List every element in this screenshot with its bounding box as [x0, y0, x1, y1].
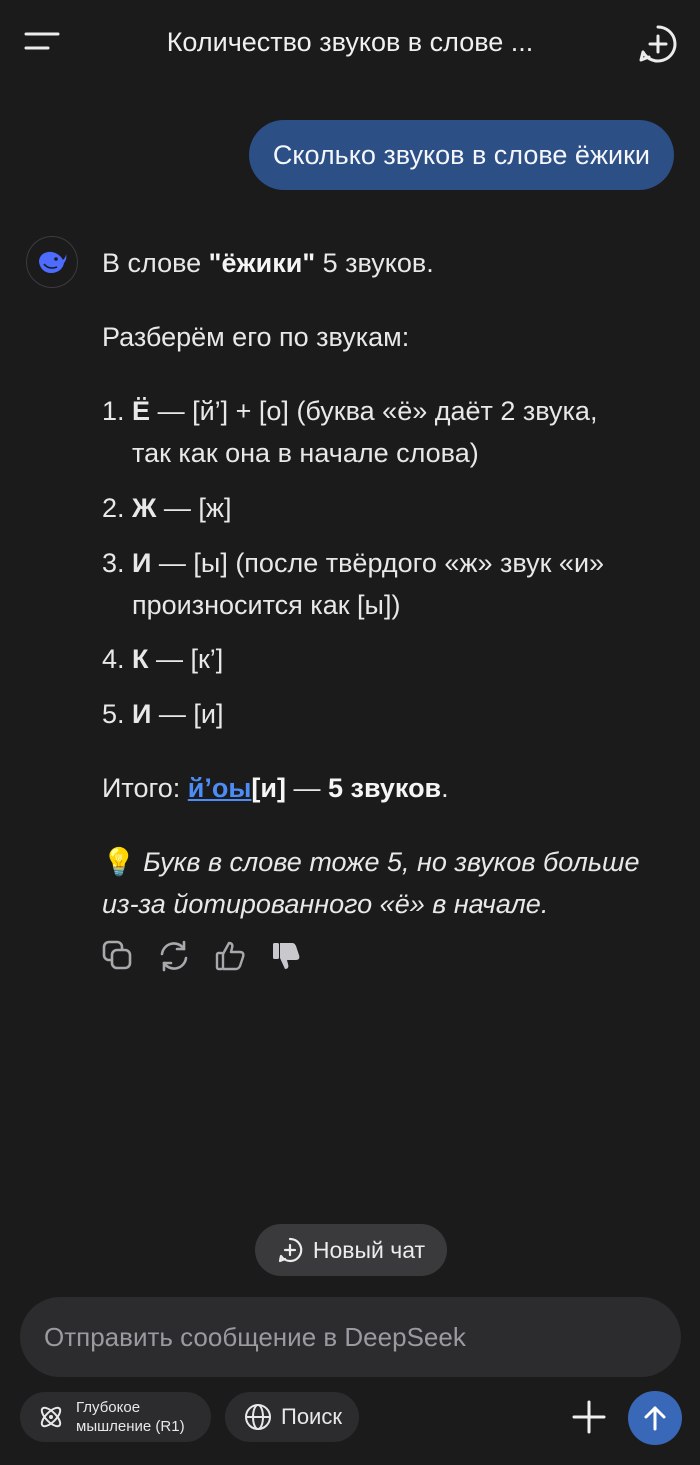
tip-text: Букв в слове тоже 5, но звуков больше	[143, 847, 640, 877]
answer-text: В слове	[102, 248, 209, 278]
list-letter: Ё	[132, 396, 151, 426]
list-item: 5. И — [и]	[102, 693, 672, 735]
hamburger-menu-icon	[24, 32, 60, 50]
plus-icon	[572, 1400, 606, 1434]
copy-icon	[102, 940, 132, 970]
chat-title: Количество звуков в слове ...	[166, 27, 534, 57]
deep-thinking-line: мышление (R1)	[76, 1418, 185, 1435]
answer-tip: 💡 Букв в слове тоже 5, но звуков больше и…	[102, 841, 672, 925]
message-input-container	[20, 1297, 681, 1377]
list-number: 4.	[102, 644, 125, 674]
list-item: 1. Ё — [й’] + [о] (буква «ё» даёт 2 звук…	[102, 390, 672, 474]
deep-thinking-label: Глубокое мышление (R1)	[76, 1398, 185, 1436]
total-label: Итого:	[102, 773, 188, 803]
list-text: — [ж]	[156, 493, 232, 523]
like-button[interactable]	[212, 938, 248, 974]
assistant-avatar	[26, 236, 78, 288]
list-number: 2.	[102, 493, 125, 523]
answer-line-1: В слове "ёжики" 5 звуков.	[102, 242, 672, 284]
new-chat-label: Новый чат	[312, 1236, 426, 1263]
send-button[interactable]	[628, 1391, 682, 1445]
search-toggle[interactable]: Поиск	[225, 1392, 359, 1442]
atom-icon	[40, 1406, 62, 1428]
list-text: — [й’] + [о] (буква «ё» даёт 2 звука,	[150, 396, 598, 426]
regenerate-icon	[160, 940, 188, 972]
lightbulb-icon: 💡	[102, 847, 136, 877]
list-number: 5.	[102, 699, 125, 729]
new-chat-button[interactable]: Новый чат	[255, 1224, 447, 1276]
list-number: 3.	[102, 548, 125, 578]
list-letter: И	[132, 548, 152, 578]
list-number: 1.	[102, 396, 125, 426]
list-item: 2. Ж — [ж]	[102, 487, 672, 529]
answer-total: Итого: й’оы[и] — 5 звуков.	[102, 767, 672, 809]
list-text: так как она в начале слова)	[132, 438, 479, 468]
menu-button[interactable]	[22, 28, 62, 56]
answer-word: "ёжики"	[208, 248, 316, 278]
total-bold: [и]	[251, 773, 287, 803]
thumbs-up-icon	[215, 941, 245, 971]
copy-button[interactable]	[100, 938, 136, 974]
globe-icon	[245, 1404, 271, 1430]
list-letter: К	[132, 644, 149, 674]
total-bold: 5 звуков	[328, 773, 442, 803]
total-end: .	[441, 773, 449, 803]
tip-text: из-за йотированного «ё» в начале.	[102, 889, 549, 919]
answer-intro: Разберём его по звукам:	[102, 322, 410, 352]
list-text: произносится как [ы])	[132, 590, 401, 620]
list-item: 3. И — [ы] (после твёрдого «ж» звук «и» п…	[102, 542, 672, 626]
regenerate-button[interactable]	[156, 938, 192, 974]
deep-thinking-toggle[interactable]: Глубокое мышление (R1)	[20, 1392, 211, 1442]
message-input[interactable]	[42, 1320, 659, 1354]
chat-plus-icon	[278, 1237, 303, 1263]
attach-button[interactable]	[568, 1396, 610, 1438]
list-text: — [ы] (после твёрдого «ж» звук «и»	[151, 548, 605, 578]
search-label: Поиск	[281, 1404, 342, 1429]
answer-text: 5 звуков.	[315, 248, 434, 278]
list-text: — [и]	[151, 699, 224, 729]
list-item: 4. К — [к’]	[102, 638, 672, 680]
deep-thinking-line: Глубокое	[76, 1399, 141, 1416]
total-dash: —	[286, 773, 329, 803]
plus-circle-icon	[639, 25, 677, 63]
user-message-bubble: Сколько звуков в слове ёжики	[248, 120, 674, 190]
list-text: — [к’]	[148, 644, 224, 674]
list-letter: И	[132, 699, 152, 729]
thumbs-down-icon	[273, 943, 300, 969]
dislike-button[interactable]	[268, 938, 304, 974]
transcription-link[interactable]: й’оы	[188, 773, 252, 803]
list-letter: Ж	[132, 493, 157, 523]
new-chat-top-button[interactable]	[636, 22, 680, 66]
deepseek-whale-icon	[39, 251, 67, 273]
arrow-up-icon	[644, 1406, 666, 1431]
